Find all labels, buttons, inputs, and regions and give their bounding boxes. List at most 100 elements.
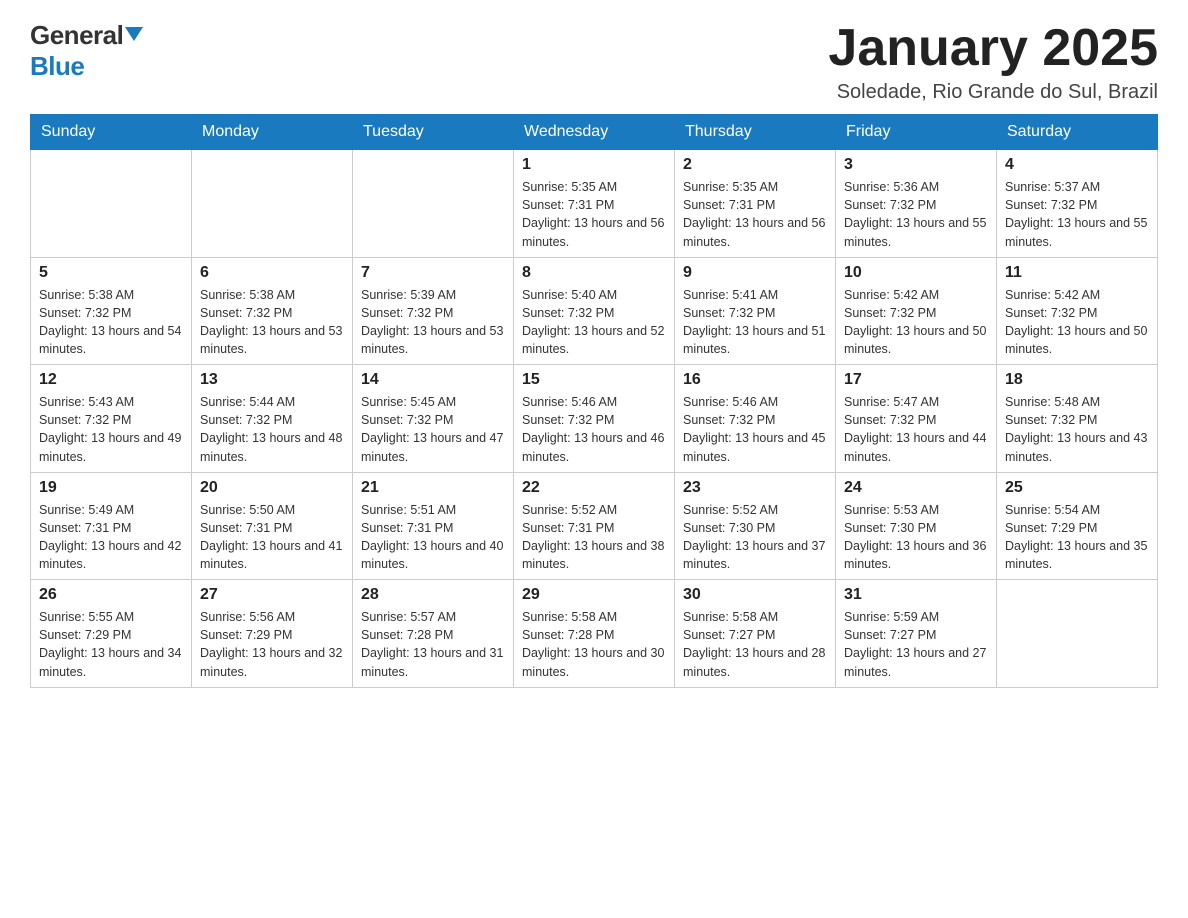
- day-number: 8: [522, 264, 666, 282]
- calendar-day-cell: 5 Sunrise: 5:38 AMSunset: 7:32 PMDaylight…: [31, 257, 192, 365]
- calendar-day-cell: 14 Sunrise: 5:45 AMSunset: 7:32 PMDayligh…: [353, 365, 514, 473]
- calendar-day-cell: 11 Sunrise: 5:42 AMSunset: 7:32 PMDayligh…: [997, 257, 1158, 365]
- day-info: Sunrise: 5:54 AMSunset: 7:29 PMDaylight:…: [1005, 501, 1149, 574]
- day-number: 17: [844, 371, 988, 389]
- day-number: 19: [39, 479, 183, 497]
- calendar-day-cell: 3 Sunrise: 5:36 AMSunset: 7:32 PMDaylight…: [836, 150, 997, 258]
- page-header: General Blue January 2025 Soledade, Rio …: [30, 20, 1158, 104]
- day-number: 27: [200, 586, 344, 604]
- day-number: 29: [522, 586, 666, 604]
- day-number: 28: [361, 586, 505, 604]
- day-info: Sunrise: 5:47 AMSunset: 7:32 PMDaylight:…: [844, 393, 988, 466]
- day-info: Sunrise: 5:41 AMSunset: 7:32 PMDaylight:…: [683, 286, 827, 359]
- day-of-week-header: Friday: [836, 115, 997, 150]
- day-number: 14: [361, 371, 505, 389]
- calendar-day-cell: 26Sunrise: 5:55 AMSunset: 7:29 PMDayligh…: [31, 580, 192, 688]
- day-number: 16: [683, 371, 827, 389]
- day-info: Sunrise: 5:58 AMSunset: 7:27 PMDaylight:…: [683, 608, 827, 681]
- calendar-day-cell: [31, 150, 192, 258]
- day-number: 7: [361, 264, 505, 282]
- calendar-day-cell: 18 Sunrise: 5:48 AMSunset: 7:32 PMDayligh…: [997, 365, 1158, 473]
- day-number: 13: [200, 371, 344, 389]
- calendar-day-cell: 10 Sunrise: 5:42 AMSunset: 7:32 PMDayligh…: [836, 257, 997, 365]
- calendar-week-row: 1 Sunrise: 5:35 AMSunset: 7:31 PMDaylight…: [31, 150, 1158, 258]
- day-number: 4: [1005, 156, 1149, 174]
- day-info: Sunrise: 5:57 AMSunset: 7:28 PMDaylight:…: [361, 608, 505, 681]
- title-section: January 2025 Soledade, Rio Grande do Sul…: [828, 20, 1158, 104]
- day-info: Sunrise: 5:35 AMSunset: 7:31 PMDaylight:…: [522, 178, 666, 251]
- calendar-day-cell: 1 Sunrise: 5:35 AMSunset: 7:31 PMDaylight…: [514, 150, 675, 258]
- location-subtitle: Soledade, Rio Grande do Sul, Brazil: [828, 81, 1158, 104]
- calendar-day-cell: 15 Sunrise: 5:46 AMSunset: 7:32 PMDayligh…: [514, 365, 675, 473]
- day-info: Sunrise: 5:50 AMSunset: 7:31 PMDaylight:…: [200, 501, 344, 574]
- day-info: Sunrise: 5:46 AMSunset: 7:32 PMDaylight:…: [522, 393, 666, 466]
- day-number: 10: [844, 264, 988, 282]
- day-info: Sunrise: 5:52 AMSunset: 7:30 PMDaylight:…: [683, 501, 827, 574]
- day-info: Sunrise: 5:43 AMSunset: 7:32 PMDaylight:…: [39, 393, 183, 466]
- calendar-day-cell: 20 Sunrise: 5:50 AMSunset: 7:31 PMDayligh…: [192, 472, 353, 580]
- day-info: Sunrise: 5:55 AMSunset: 7:29 PMDaylight:…: [39, 608, 183, 681]
- day-info: Sunrise: 5:35 AMSunset: 7:31 PMDaylight:…: [683, 178, 827, 251]
- calendar-week-row: 12 Sunrise: 5:43 AMSunset: 7:32 PMDayligh…: [31, 365, 1158, 473]
- calendar-day-cell: [353, 150, 514, 258]
- calendar-day-cell: 2 Sunrise: 5:35 AMSunset: 7:31 PMDaylight…: [675, 150, 836, 258]
- day-number: 20: [200, 479, 344, 497]
- day-info: Sunrise: 5:53 AMSunset: 7:30 PMDaylight:…: [844, 501, 988, 574]
- logo: General Blue: [30, 20, 143, 82]
- day-info: Sunrise: 5:38 AMSunset: 7:32 PMDaylight:…: [200, 286, 344, 359]
- calendar-week-row: 19Sunrise: 5:49 AMSunset: 7:31 PMDayligh…: [31, 472, 1158, 580]
- day-number: 23: [683, 479, 827, 497]
- day-number: 5: [39, 264, 183, 282]
- day-number: 12: [39, 371, 183, 389]
- day-info: Sunrise: 5:51 AMSunset: 7:31 PMDaylight:…: [361, 501, 505, 574]
- day-of-week-header: Tuesday: [353, 115, 514, 150]
- day-of-week-header: Saturday: [997, 115, 1158, 150]
- day-number: 22: [522, 479, 666, 497]
- day-info: Sunrise: 5:42 AMSunset: 7:32 PMDaylight:…: [1005, 286, 1149, 359]
- day-number: 21: [361, 479, 505, 497]
- calendar-day-cell: 25 Sunrise: 5:54 AMSunset: 7:29 PMDayligh…: [997, 472, 1158, 580]
- calendar-day-cell: 21 Sunrise: 5:51 AMSunset: 7:31 PMDayligh…: [353, 472, 514, 580]
- calendar-day-cell: 29Sunrise: 5:58 AMSunset: 7:28 PMDayligh…: [514, 580, 675, 688]
- day-of-week-header: Sunday: [31, 115, 192, 150]
- day-number: 24: [844, 479, 988, 497]
- day-info: Sunrise: 5:46 AMSunset: 7:32 PMDaylight:…: [683, 393, 827, 466]
- calendar-table: SundayMondayTuesdayWednesdayThursdayFrid…: [30, 114, 1158, 688]
- calendar-day-cell: 16 Sunrise: 5:46 AMSunset: 7:32 PMDayligh…: [675, 365, 836, 473]
- calendar-day-cell: 19Sunrise: 5:49 AMSunset: 7:31 PMDayligh…: [31, 472, 192, 580]
- calendar-day-cell: 12 Sunrise: 5:43 AMSunset: 7:32 PMDayligh…: [31, 365, 192, 473]
- day-number: 25: [1005, 479, 1149, 497]
- day-info: Sunrise: 5:42 AMSunset: 7:32 PMDaylight:…: [844, 286, 988, 359]
- calendar-header-row: SundayMondayTuesdayWednesdayThursdayFrid…: [31, 115, 1158, 150]
- day-number: 3: [844, 156, 988, 174]
- calendar-day-cell: 31Sunrise: 5:59 AMSunset: 7:27 PMDayligh…: [836, 580, 997, 688]
- logo-general-text: General: [30, 20, 123, 51]
- calendar-day-cell: [192, 150, 353, 258]
- calendar-day-cell: 28 Sunrise: 5:57 AMSunset: 7:28 PMDayligh…: [353, 580, 514, 688]
- day-of-week-header: Monday: [192, 115, 353, 150]
- day-info: Sunrise: 5:36 AMSunset: 7:32 PMDaylight:…: [844, 178, 988, 251]
- day-info: Sunrise: 5:38 AMSunset: 7:32 PMDaylight:…: [39, 286, 183, 359]
- day-info: Sunrise: 5:48 AMSunset: 7:32 PMDaylight:…: [1005, 393, 1149, 466]
- day-number: 9: [683, 264, 827, 282]
- calendar-day-cell: 24 Sunrise: 5:53 AMSunset: 7:30 PMDayligh…: [836, 472, 997, 580]
- calendar-day-cell: 27Sunrise: 5:56 AMSunset: 7:29 PMDayligh…: [192, 580, 353, 688]
- day-info: Sunrise: 5:40 AMSunset: 7:32 PMDaylight:…: [522, 286, 666, 359]
- day-number: 18: [1005, 371, 1149, 389]
- calendar-day-cell: 9 Sunrise: 5:41 AMSunset: 7:32 PMDaylight…: [675, 257, 836, 365]
- day-info: Sunrise: 5:52 AMSunset: 7:31 PMDaylight:…: [522, 501, 666, 574]
- day-number: 2: [683, 156, 827, 174]
- day-number: 11: [1005, 264, 1149, 282]
- calendar-day-cell: 30Sunrise: 5:58 AMSunset: 7:27 PMDayligh…: [675, 580, 836, 688]
- calendar-day-cell: 7 Sunrise: 5:39 AMSunset: 7:32 PMDaylight…: [353, 257, 514, 365]
- calendar-week-row: 5 Sunrise: 5:38 AMSunset: 7:32 PMDaylight…: [31, 257, 1158, 365]
- day-number: 1: [522, 156, 666, 174]
- day-info: Sunrise: 5:45 AMSunset: 7:32 PMDaylight:…: [361, 393, 505, 466]
- day-info: Sunrise: 5:39 AMSunset: 7:32 PMDaylight:…: [361, 286, 505, 359]
- day-info: Sunrise: 5:59 AMSunset: 7:27 PMDaylight:…: [844, 608, 988, 681]
- logo-triangle-icon: [125, 27, 143, 41]
- calendar-day-cell: 23 Sunrise: 5:52 AMSunset: 7:30 PMDayligh…: [675, 472, 836, 580]
- day-number: 15: [522, 371, 666, 389]
- month-title: January 2025: [828, 20, 1158, 77]
- day-info: Sunrise: 5:44 AMSunset: 7:32 PMDaylight:…: [200, 393, 344, 466]
